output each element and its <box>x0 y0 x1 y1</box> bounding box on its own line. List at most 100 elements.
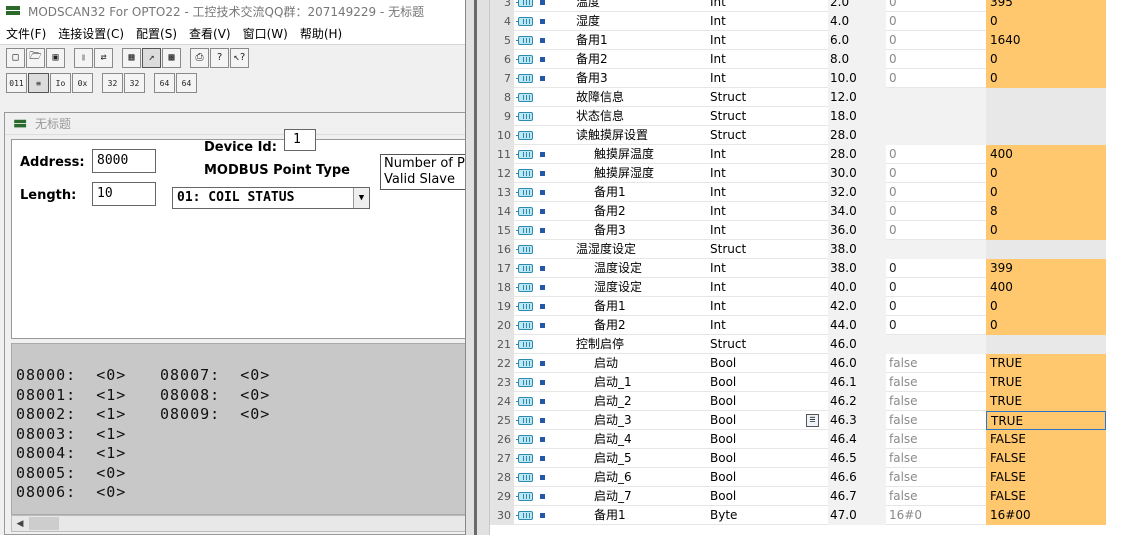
chevron-down-icon[interactable]: ▼ <box>353 188 369 208</box>
modify-value-input[interactable]: 395 <box>986 0 1106 12</box>
modify-value-input[interactable]: 0 <box>986 12 1106 31</box>
watch-row[interactable]: 7 备用3 Int 10.0 0 0 <box>490 69 1133 88</box>
tag-name[interactable]: 启动_7 <box>576 487 706 506</box>
open-folder-icon[interactable]: 🗁 <box>26 47 45 68</box>
modify-value-input[interactable] <box>986 107 1106 126</box>
register-value[interactable]: 08006: <0> <box>16 483 126 503</box>
length-input[interactable]: 10 <box>92 182 156 206</box>
watch-row[interactable]: 8 故障信息 Struct 12.0 <box>490 88 1133 107</box>
modify-value-input[interactable]: 0 <box>986 69 1106 88</box>
tag-name[interactable]: 启动_3 <box>576 411 706 430</box>
modscan-titlebar[interactable]: MODSCAN32 For OPTO22 - 工控技术交流QQ群：2071492… <box>0 0 465 22</box>
comment-icon[interactable]: ☰ <box>806 414 819 427</box>
tag-name[interactable]: 启动_5 <box>576 449 706 468</box>
watch-row[interactable]: 25 启动_3 Bool ☰ 46.3 false TRUE <box>490 411 1133 430</box>
watch-row[interactable]: 6 备用2 Int 8.0 0 0 <box>490 50 1133 69</box>
tag-name[interactable]: 温度设定 <box>576 259 706 278</box>
tag-name[interactable]: 温湿度设定 <box>576 240 706 259</box>
modify-value-input[interactable]: TRUE <box>986 411 1106 430</box>
modify-value-input[interactable]: 0 <box>986 297 1106 316</box>
modify-value-input[interactable]: 0 <box>986 164 1106 183</box>
tag-name[interactable]: 读触摸屏设置 <box>576 126 706 145</box>
watch-row[interactable]: 18 湿度设定 Int 40.0 0 400 <box>490 278 1133 297</box>
tag-name[interactable]: 启动 <box>576 354 706 373</box>
watch-row[interactable]: 26 启动_4 Bool 46.4 false FALSE <box>490 430 1133 449</box>
menu-file[interactable]: 文件(F) <box>6 25 46 42</box>
modify-value-input[interactable] <box>986 240 1106 259</box>
scroll-left-icon[interactable]: ◀ <box>12 516 28 531</box>
tag-name[interactable]: 备用1 <box>576 31 706 50</box>
register-value[interactable]: 08002: <1> <box>16 405 126 425</box>
tag-name[interactable]: 控制启停 <box>576 335 706 354</box>
watch-row[interactable]: 3 温度 Int 2.0 0 395 <box>490 0 1133 12</box>
tag-name[interactable]: 备用2 <box>576 202 706 221</box>
register-value[interactable]: 08009: <0> <box>160 405 270 425</box>
scroll-thumb[interactable] <box>29 517 59 530</box>
menu-connection[interactable]: 连接设置(C) <box>58 25 124 42</box>
watch-row[interactable]: 13 备用1 Int 32.0 0 0 <box>490 183 1133 202</box>
tag-name[interactable]: 故障信息 <box>576 88 706 107</box>
modify-value-input[interactable]: FALSE <box>986 468 1106 487</box>
tag-name[interactable]: 备用1 <box>576 183 706 202</box>
chart-icon[interactable]: ↗ <box>142 47 161 68</box>
device-id-input[interactable]: 1 <box>284 129 316 151</box>
watch-row[interactable]: 12 触摸屏湿度 Int 30.0 0 0 <box>490 164 1133 183</box>
tag-name[interactable]: 湿度设定 <box>576 278 706 297</box>
tag-name[interactable]: 启动_4 <box>576 430 706 449</box>
context-help-icon[interactable]: ↖? <box>230 47 249 68</box>
watch-row[interactable]: 19 备用1 Int 42.0 0 0 <box>490 297 1133 316</box>
watch-row[interactable]: 11 触摸屏温度 Int 28.0 0 400 <box>490 145 1133 164</box>
modify-value-input[interactable]: 0 <box>986 183 1106 202</box>
tag-name[interactable]: 湿度 <box>576 12 706 31</box>
watch-row[interactable]: 17 温度设定 Int 38.0 0 399 <box>490 259 1133 278</box>
watch-row[interactable]: 4 湿度 Int 4.0 0 0 <box>490 12 1133 31</box>
watch-row[interactable]: 27 启动_5 Bool 46.5 false FALSE <box>490 449 1133 468</box>
watch-row[interactable]: 24 启动_2 Bool 46.2 false TRUE <box>490 392 1133 411</box>
register-value[interactable]: 08008: <0> <box>160 386 270 406</box>
modify-value-input[interactable]: FALSE <box>986 430 1106 449</box>
connect-icon[interactable]: ▮ <box>74 47 93 68</box>
menu-view[interactable]: 查看(V) <box>189 25 231 42</box>
modify-value-input[interactable]: FALSE <box>986 487 1106 506</box>
tag-name[interactable]: 备用1 <box>576 506 706 525</box>
float32-swap-icon[interactable]: 32 <box>124 73 145 93</box>
address-input[interactable]: 8000 <box>92 149 156 173</box>
watch-row[interactable]: 23 启动_1 Bool 46.1 false TRUE <box>490 373 1133 392</box>
modify-value-input[interactable] <box>986 126 1106 145</box>
print-icon[interactable]: ⎙ <box>190 47 209 68</box>
tag-name[interactable]: 触摸屏温度 <box>576 145 706 164</box>
integer-format-icon[interactable]: Io <box>50 73 71 93</box>
watch-row[interactable]: 21 控制启停 Struct 46.0 <box>490 335 1133 354</box>
tag-name[interactable]: 备用3 <box>576 69 706 88</box>
watch-row[interactable]: 30 备用1 Byte 47.0 16#0 16#00 <box>490 506 1133 525</box>
watch-row[interactable]: 20 备用2 Int 44.0 0 0 <box>490 316 1133 335</box>
modify-value-input[interactable]: 400 <box>986 145 1106 164</box>
tag-name[interactable]: 状态信息 <box>576 107 706 126</box>
tag-name[interactable]: 备用3 <box>576 221 706 240</box>
disconnect-icon[interactable]: ⇄ <box>94 47 113 68</box>
modify-value-input[interactable]: 399 <box>986 259 1106 278</box>
tag-name[interactable]: 启动_2 <box>576 392 706 411</box>
child-titlebar[interactable]: 无标题 <box>5 113 465 135</box>
watch-row[interactable]: 5 备用1 Int 6.0 0 1640 <box>490 31 1133 50</box>
tag-name[interactable]: 启动_6 <box>576 468 706 487</box>
watch-row[interactable]: 16 温湿度设定 Struct 38.0 <box>490 240 1133 259</box>
point-type-select[interactable]: 01: COIL STATUS ▼ <box>172 187 370 209</box>
modify-value-input[interactable]: TRUE <box>986 354 1106 373</box>
modify-value-input[interactable]: 0 <box>986 221 1106 240</box>
watch-row[interactable]: 28 启动_6 Bool 46.6 false FALSE <box>490 468 1133 487</box>
menu-help[interactable]: 帮助(H) <box>300 25 342 42</box>
watch-row[interactable]: 22 启动 Bool 46.0 false TRUE <box>490 354 1133 373</box>
menu-window[interactable]: 窗口(W) <box>243 25 288 42</box>
modify-value-input[interactable]: TRUE <box>986 373 1106 392</box>
monitor-icon[interactable]: ▩ <box>162 47 181 68</box>
register-value[interactable]: 08001: <1> <box>16 386 126 406</box>
watch-row[interactable]: 29 启动_7 Bool 46.7 false FALSE <box>490 487 1133 506</box>
binary-format-icon[interactable]: 011 <box>6 73 27 93</box>
modify-value-input[interactable]: 8 <box>986 202 1106 221</box>
new-file-icon[interactable]: □ <box>6 47 25 68</box>
modify-value-input[interactable] <box>986 88 1106 107</box>
decimal-format-icon[interactable]: ≡ <box>28 73 49 93</box>
float64-format-icon[interactable]: 64 <box>154 73 175 93</box>
register-value[interactable]: 08007: <0> <box>160 366 270 386</box>
